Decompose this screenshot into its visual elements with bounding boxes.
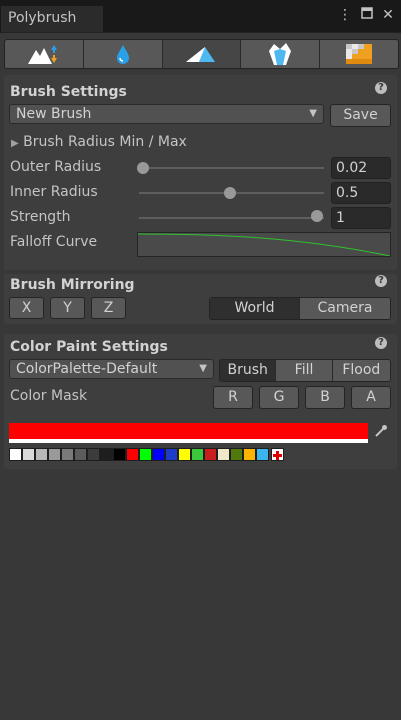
mask-r-button[interactable]: R — [213, 386, 253, 409]
radius-minmax-toggle[interactable]: ▶ Brush Radius Min / Max — [11, 134, 187, 150]
strength-slider[interactable] — [139, 217, 324, 219]
palette-swatch[interactable] — [74, 448, 87, 461]
strength-field[interactable]: 1 — [331, 207, 391, 229]
strength-knob[interactable] — [311, 210, 323, 222]
tool-texture[interactable] — [320, 40, 398, 68]
close-icon[interactable]: ✕ — [380, 6, 396, 24]
mirror-world-button[interactable]: World — [210, 298, 300, 319]
triangle-right-icon: ▶ — [11, 138, 19, 149]
mode-fill-button[interactable]: Fill — [276, 360, 333, 381]
palette-swatch[interactable] — [87, 448, 100, 461]
mirror-z-button[interactable]: Z — [91, 297, 126, 319]
chevron-down-icon: ▼ — [309, 108, 317, 119]
palette-swatch[interactable] — [165, 448, 178, 461]
strength-label: Strength — [10, 209, 71, 225]
palette-swatch[interactable] — [191, 448, 204, 461]
color-mask-label: Color Mask — [10, 388, 88, 404]
falloff-curve-field[interactable] — [137, 232, 391, 257]
brush-mirroring-title: Brush Mirroring — [10, 277, 135, 293]
maximize-icon[interactable] — [359, 6, 375, 24]
tool-prefab[interactable] — [241, 40, 321, 68]
mirror-y-button[interactable]: Y — [50, 297, 85, 319]
plus-icon — [273, 451, 282, 460]
inner-radius-field[interactable]: 0.5 — [331, 182, 391, 204]
palette-swatch[interactable] — [35, 448, 48, 461]
mirror-camera-button[interactable]: Camera — [300, 298, 390, 319]
palette-swatch[interactable] — [139, 448, 152, 461]
paint-mode-toggle: Brush Fill Flood — [219, 359, 391, 382]
help-icon[interactable]: ? — [375, 82, 387, 94]
mode-flood-button[interactable]: Flood — [332, 360, 390, 381]
texture-blend-icon — [346, 44, 373, 64]
mode-brush-button[interactable]: Brush — [220, 360, 277, 381]
mirror-space-toggle: World Camera — [209, 297, 391, 320]
eyedropper-icon[interactable] — [371, 424, 391, 442]
tool-raise-lower[interactable] — [5, 40, 84, 68]
brush-settings-title: Brush Settings — [10, 84, 127, 100]
window-title: Polybrush — [8, 10, 77, 26]
smooth-drop-icon — [116, 45, 129, 64]
mask-b-button[interactable]: B — [305, 386, 345, 409]
mask-a-button[interactable]: A — [351, 386, 391, 409]
tool-smooth[interactable] — [83, 40, 163, 68]
palette-swatch[interactable] — [61, 448, 74, 461]
paint-brush-icon — [186, 47, 216, 62]
palette-swatch[interactable] — [113, 448, 126, 461]
current-color-field[interactable] — [9, 423, 368, 443]
raise-lower-icon — [27, 45, 57, 64]
palette-swatch[interactable] — [204, 448, 217, 461]
palette-swatch[interactable] — [243, 448, 256, 461]
palette-value: ColorPalette-Default — [16, 361, 158, 377]
tool-paint[interactable] — [162, 40, 242, 68]
chevron-down-icon: ▼ — [199, 363, 207, 374]
palette-swatch[interactable] — [126, 448, 139, 461]
palette-swatch[interactable] — [178, 448, 191, 461]
palette-swatch[interactable] — [100, 448, 113, 461]
palette-dropdown[interactable]: ColorPalette-Default ▼ — [9, 359, 214, 379]
palette-swatch[interactable] — [230, 448, 243, 461]
falloff-curve-label: Falloff Curve — [10, 234, 98, 250]
brush-preset-value: New Brush — [16, 106, 92, 122]
help-icon[interactable]: ? — [375, 275, 387, 287]
mask-g-button[interactable]: G — [259, 386, 299, 409]
more-options-icon[interactable]: ⋮ — [337, 6, 353, 24]
mirror-x-button[interactable]: X — [9, 297, 44, 319]
palette-swatch[interactable] — [152, 448, 165, 461]
inner-radius-label: Inner Radius — [10, 184, 98, 200]
window-tab[interactable]: Polybrush — [0, 5, 104, 32]
mode-toolbar — [4, 39, 399, 69]
radius-minmax-label: Brush Radius Min / Max — [23, 134, 187, 150]
help-icon[interactable]: ? — [375, 337, 387, 349]
inner-radius-knob[interactable] — [224, 187, 236, 199]
current-color-swatch — [9, 423, 368, 439]
palette-swatch[interactable] — [256, 448, 269, 461]
window-title-bar: Polybrush ⋮ ✕ — [0, 0, 401, 33]
add-swatch-button[interactable] — [271, 448, 284, 461]
outer-radius-knob[interactable] — [137, 162, 149, 174]
brush-preset-dropdown[interactable]: New Brush ▼ — [9, 104, 324, 124]
prefab-crystal-icon — [269, 43, 292, 65]
outer-radius-label: Outer Radius — [10, 159, 102, 175]
color-paint-title: Color Paint Settings — [10, 339, 168, 355]
palette-swatch[interactable] — [22, 448, 35, 461]
outer-radius-slider[interactable] — [139, 167, 324, 169]
palette-swatch[interactable] — [217, 448, 230, 461]
palette-swatch[interactable] — [9, 448, 22, 461]
palette-swatch[interactable] — [48, 448, 61, 461]
save-button[interactable]: Save — [330, 104, 391, 127]
outer-radius-field[interactable]: 0.02 — [331, 157, 391, 179]
falloff-curve-graph — [138, 233, 390, 256]
